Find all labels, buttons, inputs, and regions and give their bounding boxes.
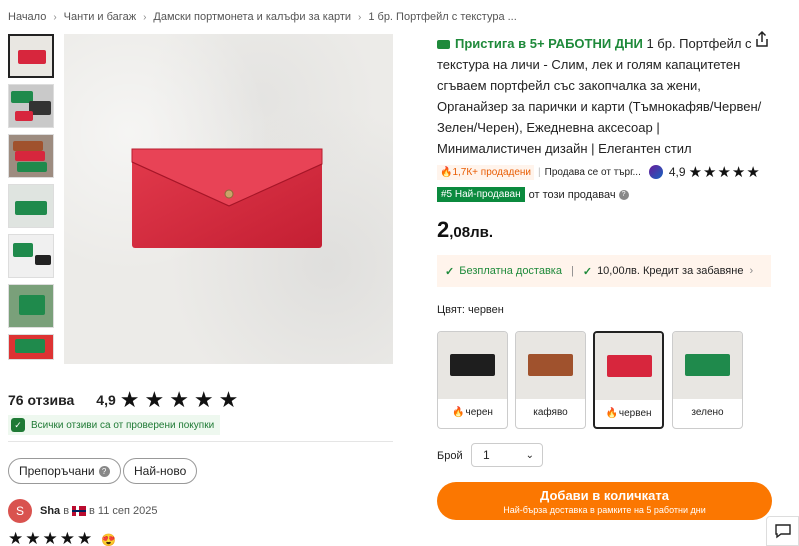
chevron-right-icon: › — [53, 11, 57, 23]
product-title: Пристига в 5+ РАБОТНИ ДНИ 1 бр. Портфейл… — [437, 33, 767, 159]
quantity-label: Брой — [437, 450, 463, 462]
flame-icon: 🔥 — [452, 407, 465, 418]
price-int: 2 — [437, 217, 450, 242]
review-author-name: Sha — [40, 505, 61, 517]
seller-logo[interactable] — [648, 165, 663, 179]
delay-credit-text: 10,00лв. Кредит за забавяне — [597, 265, 744, 277]
seller-rating: 4,9 — [668, 165, 686, 179]
delivery-eta: Пристига в 5+ РАБОТНИ ДНИ — [455, 36, 643, 51]
chevron-down-icon: ⌄ — [525, 449, 534, 461]
red-wallet-image — [131, 148, 323, 248]
shield-check-icon: ✓ — [11, 418, 25, 432]
best-seller-suffix: от този продавач — [528, 188, 616, 201]
review-stars: ★★★★★ 😍 — [8, 529, 118, 546]
color-label: Цвят: червен — [437, 304, 504, 316]
color-option-brown[interactable]: кафяво — [515, 331, 586, 429]
help-icon[interactable]: ? — [98, 465, 110, 477]
sold-count-badge: 🔥1,7К+ продадени — [437, 164, 535, 180]
review-in-word: в — [63, 505, 70, 517]
verified-reviews-badge: ✓ Всички отзиви са от проверени покупки — [8, 415, 221, 435]
main-product-image[interactable] — [64, 34, 393, 364]
thumbnail-3[interactable] — [8, 134, 54, 178]
norway-flag-icon — [72, 506, 87, 516]
breadcrumb-current: 1 бр. Портфейл с текстура ... — [368, 11, 517, 23]
thumbnail-5[interactable] — [8, 234, 54, 278]
breadcrumb-bags[interactable]: Чанти и багаж — [64, 11, 136, 23]
free-shipping-text: Безплатна доставка — [459, 265, 562, 277]
reviews-count: 76 отзива — [8, 392, 75, 408]
thumbnail-6[interactable] — [8, 284, 54, 328]
check-icon: ✓ — [582, 265, 593, 278]
chevron-right-icon: › — [143, 11, 147, 23]
breadcrumb: Начало › Чанти и багаж › Дамски портмоне… — [8, 11, 517, 23]
filter-newest-button[interactable]: Най-ново — [123, 458, 198, 484]
reviews-stars: ★★★★★ — [119, 387, 244, 412]
thumbnail-1[interactable] — [8, 34, 54, 78]
filter-recommended-label: Препоръчани — [19, 464, 95, 478]
best-seller-row: #5 Най-продаван от този продавач ? — [437, 187, 629, 202]
verified-text: Всички отзиви са от проверени покупки — [31, 419, 215, 431]
filter-newest-label: Най-ново — [134, 464, 187, 478]
thumbnail-4[interactable] — [8, 184, 54, 228]
add-to-cart-sub: Най-бърза доставка в рамките на 5 работн… — [503, 505, 706, 515]
price-frac: ,08лв. — [449, 224, 494, 241]
color-option-green[interactable]: зелено — [672, 331, 743, 429]
quantity-value: 1 — [483, 448, 490, 462]
divider — [8, 441, 393, 442]
add-to-cart-button[interactable]: Добави в количката Най-бърза доставка в … — [437, 482, 772, 520]
color-option-black[interactable]: 🔥черен — [437, 331, 508, 429]
product-title-text: 1 бр. Портфейл с текстура на личи - Слим… — [437, 36, 762, 156]
quantity-select[interactable]: 1 ⌄ — [471, 443, 543, 467]
thumbnail-7[interactable] — [8, 334, 54, 360]
color-option-red[interactable]: 🔥червен — [593, 331, 664, 429]
breadcrumb-wallets[interactable]: Дамски портмонета и калъфи за карти — [153, 11, 351, 23]
reviews-summary: 76 отзива 4,9 ★★★★★ — [8, 387, 243, 413]
truck-icon — [437, 40, 450, 49]
thumbnail-2[interactable] — [8, 84, 54, 128]
avatar: S — [8, 499, 32, 523]
price: 2,08лв. — [437, 217, 493, 243]
heart-eyes-emoji-icon: 😍 — [100, 533, 118, 546]
check-icon: ✓ — [445, 265, 455, 278]
product-badges: 🔥1,7К+ продадени | Продава се от търг...… — [437, 163, 761, 181]
thumbnail-strip — [8, 34, 54, 366]
review-author: S Sha в в 11 сеп 2025 — [8, 499, 158, 523]
help-icon[interactable]: ? — [618, 189, 629, 200]
best-seller-badge: #5 Най-продаван — [437, 187, 525, 202]
reviews-rating: 4,9 — [96, 392, 116, 408]
seller-stars: ★★★★★ — [688, 164, 761, 181]
review-date: в 11 сеп 2025 — [89, 505, 158, 517]
chevron-right-icon: › — [749, 265, 754, 277]
add-to-cart-label: Добави в количката — [540, 488, 669, 503]
filter-recommended-button[interactable]: Препоръчани ? — [8, 458, 121, 484]
chat-icon[interactable] — [766, 516, 799, 546]
chevron-right-icon: › — [358, 11, 362, 23]
flame-icon: 🔥 — [605, 408, 618, 419]
breadcrumb-home[interactable]: Начало — [8, 11, 46, 23]
promo-banner[interactable]: ✓ Безплатна доставка | ✓ 10,00лв. Кредит… — [437, 255, 771, 287]
review-stars-text: ★★★★★ — [8, 529, 95, 546]
seller-text[interactable]: Продава се от търг... — [545, 167, 641, 178]
